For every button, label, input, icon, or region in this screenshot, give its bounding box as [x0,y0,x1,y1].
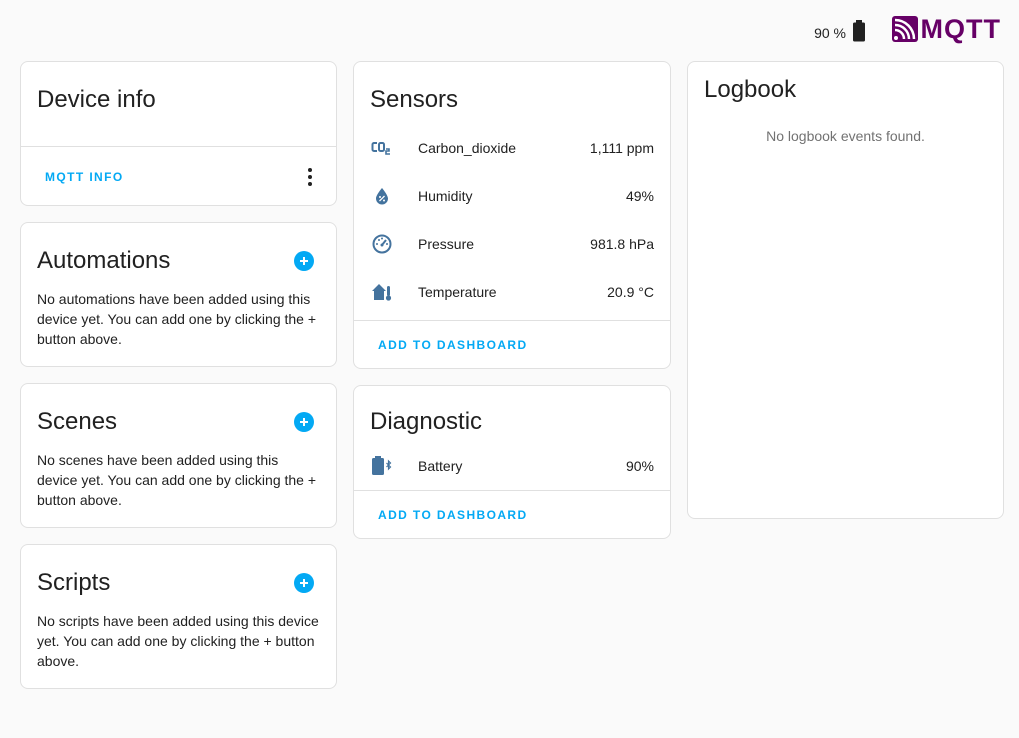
add-script-button[interactable] [294,573,314,593]
scripts-card: Scripts No scripts have been added using… [20,544,337,689]
logbook-title: Logbook [704,76,797,103]
sensor-name: Temperature [418,284,497,300]
plus-icon [300,257,308,265]
add-automation-button[interactable] [294,251,314,271]
sensors-actions: ADD TO DASHBOARD [354,320,670,368]
diagnostic-title: Diagnostic [370,408,483,435]
device-info-card: Device info MQTT INFO [20,61,337,206]
scripts-title: Scripts [37,569,111,596]
sensor-value: 1,111 ppm [589,140,654,156]
battery-percent-text: 90 % [814,24,846,41]
water-percent-icon [370,184,394,208]
sensor-value: 981.8 hPa [590,236,654,252]
scripts-empty-text: No scripts have been added using this de… [37,613,319,669]
device-info-actions: MQTT INFO [21,146,336,206]
scenes-title: Scenes [37,408,118,435]
add-scene-button[interactable] [294,412,314,432]
sensor-row-temperature[interactable]: Temperature 20.9 °C [354,268,670,316]
column-entities: Sensors Carbon_dioxide 1,111 ppm Humidit… [353,61,671,555]
diagnostic-actions: ADD TO DASHBOARD [354,490,670,538]
home-thermometer-icon [370,280,394,304]
top-bar: 90 % MQTT [0,0,1019,60]
diagnostic-card: Diagnostic Battery 90% ADD TO DASHBOARD [353,385,671,539]
sensors-add-to-dashboard-button[interactable]: ADD TO DASHBOARD [378,338,528,352]
scenes-card: Scenes No scenes have been added using t… [20,383,337,528]
plus-icon [300,418,308,426]
mqtt-logo-text: MQTT [920,14,1001,44]
sensor-row-humidity[interactable]: Humidity 49% [354,172,670,220]
mqtt-logo: MQTT [891,14,1001,44]
mqtt-info-button[interactable]: MQTT INFO [45,170,124,184]
sensors-card: Sensors Carbon_dioxide 1,111 ppm Humidit… [353,61,671,369]
gauge-icon [370,232,394,256]
automations-card: Automations No automations have been add… [20,222,337,367]
scenes-empty-text: No scenes have been added using this dev… [37,452,317,508]
automations-title: Automations [37,247,171,274]
more-options-icon[interactable] [300,164,320,190]
battery-status: 90 % [814,20,866,45]
diagnostic-row-battery[interactable]: Battery 90% [354,442,670,490]
mqtt-signal-icon [891,16,918,42]
diagnostic-name: Battery [418,458,463,474]
battery-bluetooth-icon [370,454,394,478]
co2-icon [370,136,394,160]
sensors-title: Sensors [370,86,459,113]
sensor-row-carbon-dioxide[interactable]: Carbon_dioxide 1,111 ppm [354,124,670,172]
sensor-name: Carbon_dioxide [418,140,517,156]
device-info-title: Device info [37,86,156,113]
column-device: Device info MQTT INFO Automations No aut… [20,61,337,705]
column-logbook: Logbook No logbook events found. [687,61,1004,535]
logbook-empty-text: No logbook events found. [766,128,925,144]
sensor-name: Pressure [418,236,475,252]
automations-empty-text: No automations have been added using thi… [37,291,317,347]
sensor-value: 20.9 °C [607,284,654,300]
battery-icon [852,20,866,45]
sensor-value: 49% [625,188,654,204]
sensor-row-pressure[interactable]: Pressure 981.8 hPa [354,220,670,268]
diagnostic-add-to-dashboard-button[interactable]: ADD TO DASHBOARD [378,508,528,522]
diagnostic-value: 90% [625,458,654,474]
sensor-name: Humidity [418,188,473,204]
plus-icon [300,579,308,587]
logbook-card: Logbook No logbook events found. [687,61,1004,519]
